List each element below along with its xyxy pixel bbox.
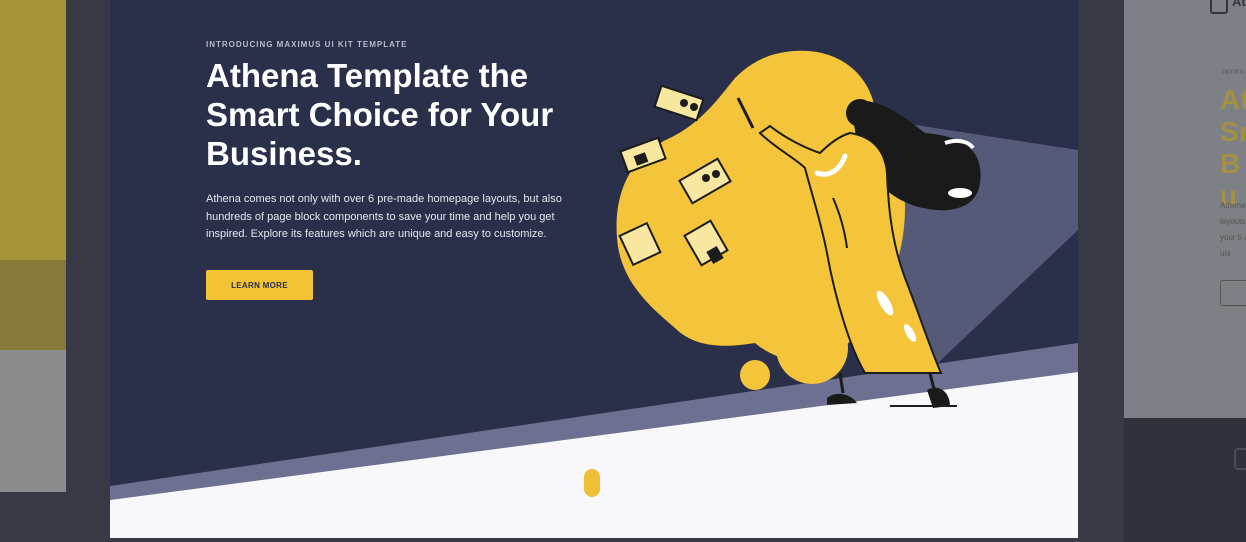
right-preview-headline: At Sr Bu — [1220, 84, 1246, 211]
right-preview-logo-icon — [1210, 0, 1228, 14]
scroll-pill-icon[interactable] — [584, 469, 600, 497]
left-preview-shadow-block — [0, 260, 66, 350]
left-preview-card[interactable] — [0, 0, 66, 492]
right-preview-footer-icon — [1234, 448, 1246, 470]
right-preview-eyebrow: INTRO — [1222, 70, 1246, 76]
right-preview-button — [1220, 280, 1246, 306]
right-preview-card[interactable]: At INTRO At Sr Bu Athena layouts your ti… — [1124, 0, 1246, 418]
right-preview-title: At — [1232, 0, 1246, 9]
woman-with-pointer-illustration — [616, 50, 981, 408]
hero-eyebrow: INTRODUCING MAXIMUS UI KIT TEMPLATE — [206, 40, 408, 49]
hero-description: Athena comes not only with over 6 pre-ma… — [206, 193, 562, 240]
hero-modal: INTRODUCING MAXIMUS UI KIT TEMPLATE Athe… — [110, 0, 1078, 538]
left-preview-gray-block — [0, 350, 66, 492]
right-preview-text: Athena layouts your ti are uni — [1220, 201, 1246, 258]
learn-more-button[interactable]: LEARN MORE — [206, 270, 313, 300]
hero-headline: Athena Template the Smart Choice for You… — [206, 57, 554, 172]
right-preview-footer — [1124, 418, 1246, 542]
